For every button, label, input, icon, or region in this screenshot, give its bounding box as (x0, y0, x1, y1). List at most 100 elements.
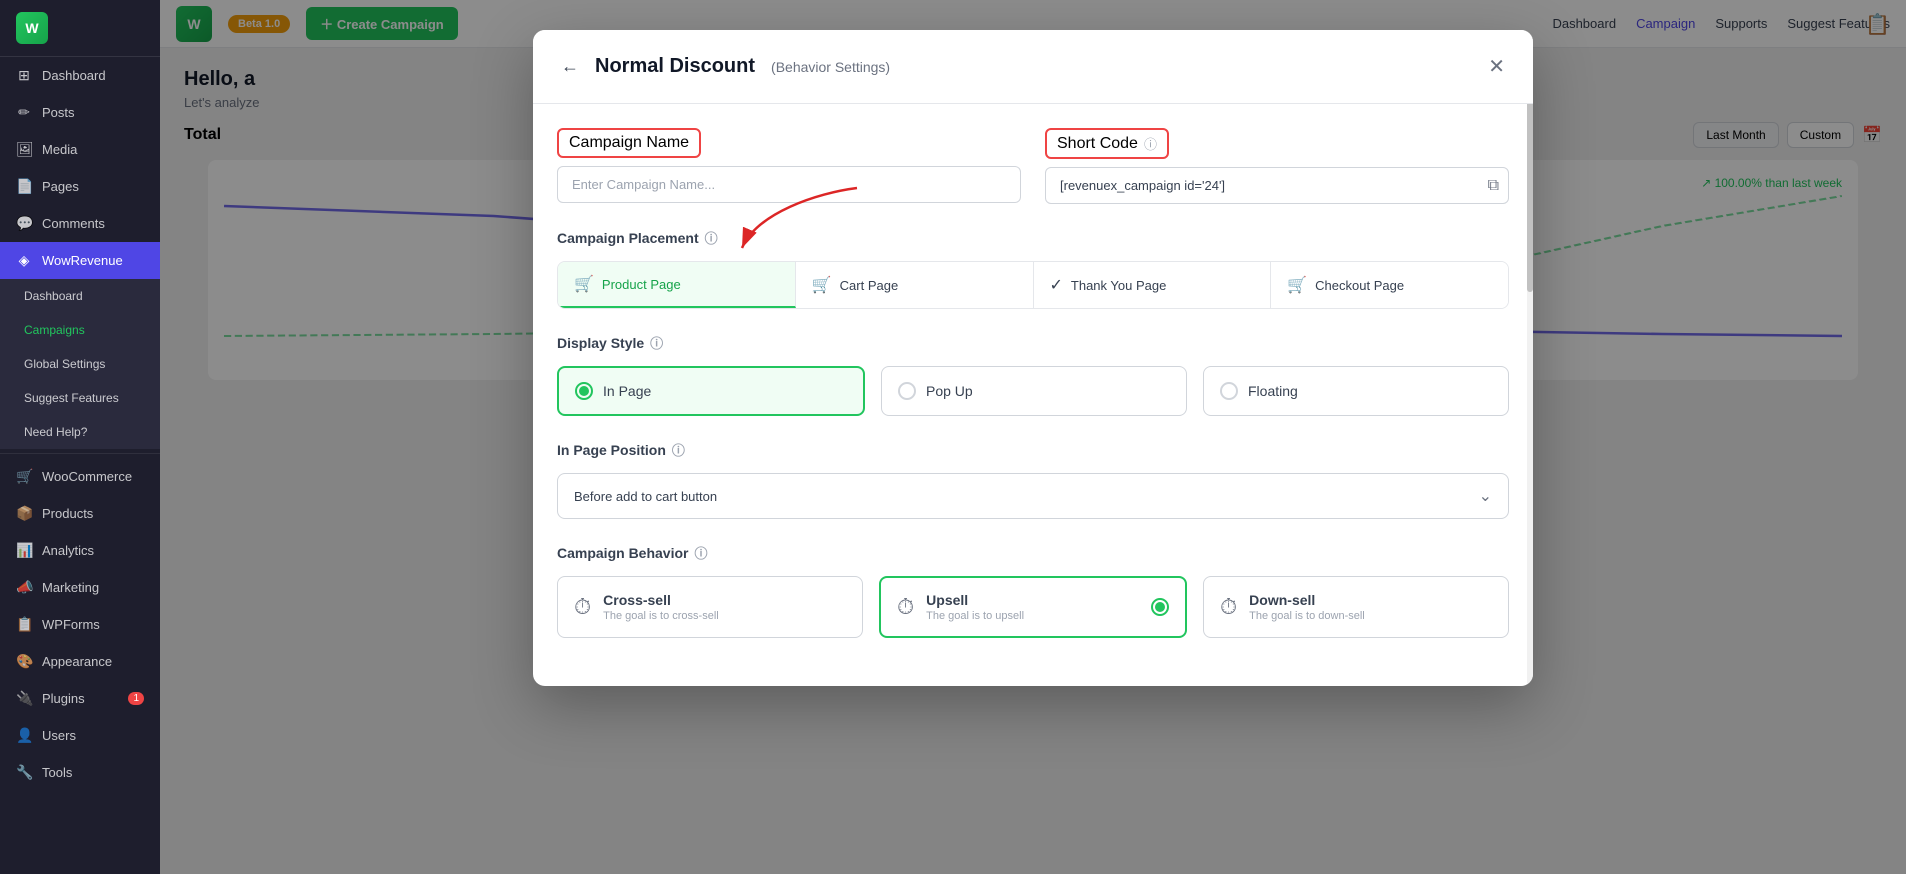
appearance-icon: 🎨 (16, 653, 32, 670)
sidebar-item-dashboard[interactable]: ⊞ Dashboard (0, 57, 160, 94)
placement-tab-cart-page[interactable]: 🛒 Cart Page (796, 262, 1034, 308)
campaign-behavior-title: Campaign Behavior ⓘ (557, 543, 1509, 562)
sidebar-item-label: WPForms (42, 617, 100, 632)
wowrevenue-icon: ◈ (16, 252, 32, 269)
display-options: In Page Pop Up Floating (557, 366, 1509, 416)
short-code-label: Short Code (1057, 135, 1138, 153)
modal-backdrop[interactable]: ← Normal Discount (Behavior Settings) ✕ … (160, 0, 1906, 874)
campaign-name-shortcode-row: Campaign Name Short Code ⓘ ⧉ (557, 128, 1509, 204)
sidebar-item-sub-need-help[interactable]: Need Help? (0, 415, 160, 449)
sidebar-item-media[interactable]: 🖼 Media (0, 131, 160, 168)
modal-back-button[interactable]: ← (557, 52, 583, 81)
placement-tab-product-page[interactable]: 🛒 Product Page (558, 262, 796, 308)
logo-icon: W (16, 12, 48, 44)
campaign-name-label-wrapper: Campaign Name (557, 128, 701, 158)
sidebar-item-label: Users (42, 728, 76, 743)
down-sell-desc: The goal is to down-sell (1249, 610, 1492, 622)
dashboard-icon: ⊞ (16, 67, 32, 84)
short-code-info-icon[interactable]: ⓘ (1144, 134, 1157, 153)
upsell-label: Upsell (926, 592, 1139, 608)
modal-body: Campaign Name Short Code ⓘ ⧉ (533, 104, 1533, 686)
analytics-icon: 📊 (16, 542, 32, 559)
modal-subtitle: (Behavior Settings) (771, 59, 890, 75)
scrollbar-track[interactable] (1527, 30, 1533, 686)
posts-icon: ✏ (16, 104, 32, 121)
plugins-badge: 1 (128, 692, 144, 705)
short-code-input[interactable] (1045, 167, 1509, 204)
floating-label: Floating (1248, 383, 1298, 399)
sidebar-item-wpforms[interactable]: 📋 WPForms (0, 606, 160, 643)
sidebar-item-pages[interactable]: 📄 Pages (0, 168, 160, 205)
cross-sell-desc: The goal is to cross-sell (603, 610, 846, 622)
sidebar-item-wowrevenue[interactable]: ◈ WowRevenue (0, 242, 160, 279)
sidebar-divider (0, 453, 160, 454)
sidebar-item-sub-campaigns[interactable]: Campaigns (0, 313, 160, 347)
behavior-options: ⏱ Cross-sell The goal is to cross-sell ⏱… (557, 576, 1509, 638)
sidebar: W ⊞ Dashboard ✏ Posts 🖼 Media 📄 Pages 💬 … (0, 0, 160, 874)
sidebar-item-appearance[interactable]: 🎨 Appearance (0, 643, 160, 680)
behavior-info-icon[interactable]: ⓘ (694, 543, 707, 562)
sidebar-item-label: Suggest Features (24, 391, 119, 405)
wpforms-icon: 📋 (16, 616, 32, 633)
sidebar-item-sub-dashboard[interactable]: Dashboard (0, 279, 160, 313)
users-icon: 👤 (16, 727, 32, 744)
media-icon: 🖼 (16, 141, 32, 158)
sidebar-item-plugins[interactable]: 🔌 Plugins 1 (0, 680, 160, 717)
sidebar-item-label: Products (42, 506, 93, 521)
upsell-radio (1151, 598, 1169, 616)
display-option-floating[interactable]: Floating (1203, 366, 1509, 416)
sidebar-item-tools[interactable]: 🔧 Tools (0, 754, 160, 791)
checkout-page-icon: 🛒 (1287, 275, 1307, 295)
sidebar-item-label: Media (42, 142, 77, 157)
modal-title: Normal Discount (595, 55, 755, 78)
sidebar-item-label: Comments (42, 216, 105, 231)
position-dropdown-value: Before add to cart button (574, 489, 717, 504)
position-info-icon[interactable]: ⓘ (672, 440, 685, 459)
placement-info-icon[interactable]: ⓘ (705, 228, 718, 247)
sidebar-item-users[interactable]: 👤 Users (0, 717, 160, 754)
modal-header: ← Normal Discount (Behavior Settings) ✕ (533, 30, 1533, 104)
sidebar-item-comments[interactable]: 💬 Comments (0, 205, 160, 242)
copy-button[interactable]: ⧉ (1488, 177, 1499, 195)
upsell-icon: ⏱ (897, 594, 914, 620)
sidebar-item-posts[interactable]: ✏ Posts (0, 94, 160, 131)
position-dropdown[interactable]: Before add to cart button ⌄ (557, 473, 1509, 519)
modal-close-button[interactable]: ✕ (1484, 50, 1509, 83)
cross-sell-label: Cross-sell (603, 592, 846, 608)
sidebar-item-label: Plugins (42, 691, 85, 706)
sidebar-item-sub-global-settings[interactable]: Global Settings (0, 347, 160, 381)
pop-up-label: Pop Up (926, 383, 973, 399)
sidebar-item-sub-suggest-features[interactable]: Suggest Features (0, 381, 160, 415)
campaign-placement-title: Campaign Placement ⓘ (557, 228, 1509, 247)
thank-you-page-icon: ✓ (1050, 275, 1063, 295)
display-option-in-page[interactable]: In Page (557, 366, 865, 416)
campaign-name-label: Campaign Name (569, 134, 689, 152)
cart-page-label: Cart Page (840, 278, 899, 293)
sidebar-item-label: Tools (42, 765, 72, 780)
sidebar-item-label: Dashboard (42, 68, 106, 83)
in-page-radio (575, 382, 593, 400)
upsell-desc: The goal is to upsell (926, 610, 1139, 622)
sidebar-item-marketing[interactable]: 📣 Marketing (0, 569, 160, 606)
display-option-pop-up[interactable]: Pop Up (881, 366, 1187, 416)
sidebar-item-products[interactable]: 📦 Products (0, 495, 160, 532)
placement-tab-thank-you-page[interactable]: ✓ Thank You Page (1034, 262, 1272, 308)
in-page-position-section: In Page Position ⓘ Before add to cart bu… (557, 440, 1509, 519)
behavior-option-upsell[interactable]: ⏱ Upsell The goal is to upsell (879, 576, 1187, 638)
sidebar-item-analytics[interactable]: 📊 Analytics (0, 532, 160, 569)
placement-tab-checkout-page[interactable]: 🛒 Checkout Page (1271, 262, 1508, 308)
sidebar-item-label: Need Help? (24, 425, 87, 439)
behavior-option-down-sell[interactable]: ⏱ Down-sell The goal is to down-sell (1203, 576, 1509, 638)
red-arrow-annotation (737, 183, 867, 253)
sidebar-item-label: Campaigns (24, 323, 85, 337)
down-sell-label: Down-sell (1249, 592, 1492, 608)
sidebar-item-woocommerce[interactable]: 🛒 WooCommerce (0, 458, 160, 495)
product-page-icon: 🛒 (574, 274, 594, 294)
modal-dialog: ← Normal Discount (Behavior Settings) ✕ … (533, 30, 1533, 686)
display-style-section: Display Style ⓘ In Page Pop Up (557, 333, 1509, 416)
behavior-option-cross-sell[interactable]: ⏱ Cross-sell The goal is to cross-sell (557, 576, 863, 638)
display-style-info-icon[interactable]: ⓘ (650, 333, 663, 352)
sidebar-item-label: Pages (42, 179, 79, 194)
sidebar-item-label: WooCommerce (42, 469, 132, 484)
checkout-page-label: Checkout Page (1315, 278, 1404, 293)
